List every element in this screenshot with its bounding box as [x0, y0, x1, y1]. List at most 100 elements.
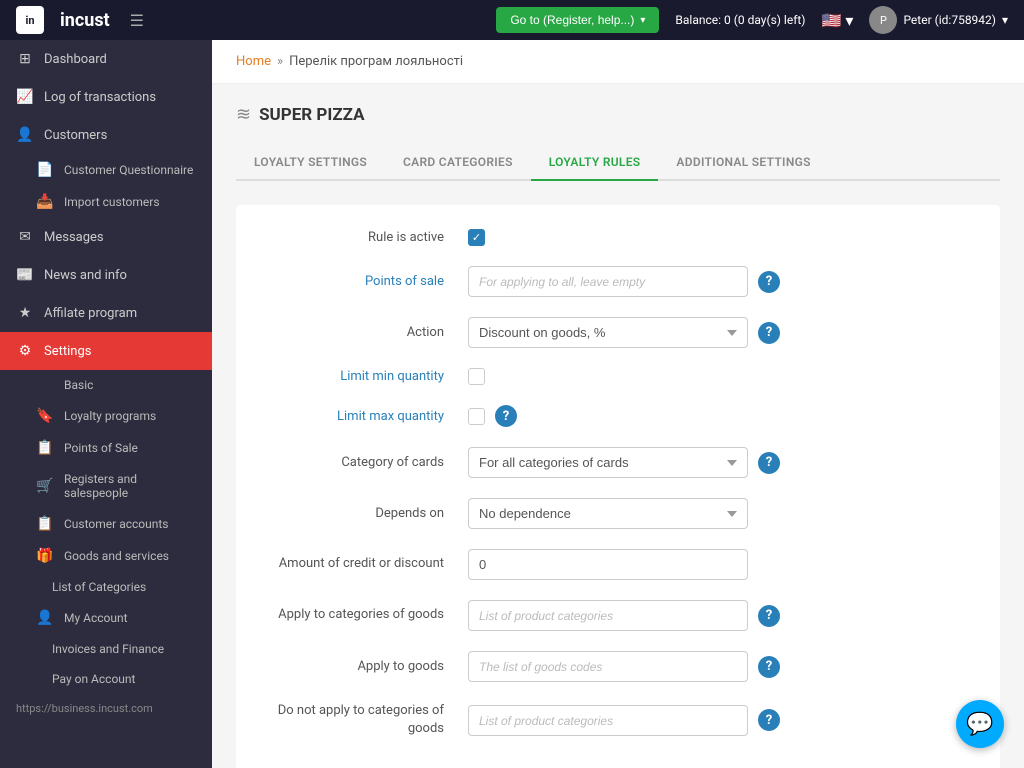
chat-button[interactable]: 💬 [956, 700, 1004, 748]
hamburger-icon[interactable]: ☰ [130, 11, 144, 30]
company-icon: ≋ [236, 104, 251, 125]
questionnaire-icon: 📄 [36, 162, 54, 178]
language-selector[interactable]: 🇺🇸 ▾ [821, 11, 853, 30]
news-icon: 📰 [16, 267, 34, 283]
form-row-action: Action Discount on goods, % Points accru… [268, 317, 968, 348]
my-account-icon: 👤 [36, 610, 54, 626]
limit-min-control [468, 368, 968, 385]
affiliate-icon: ★ [16, 305, 34, 321]
sidebar-item-goods-services[interactable]: 🎁 Goods and services [0, 540, 212, 572]
do-not-apply-input[interactable] [468, 705, 748, 736]
go-to-button[interactable]: Go to (Register, help...) ▾ [496, 7, 659, 33]
dropdown-arrow-icon: ▾ [640, 15, 645, 26]
sidebar-item-customer-questionnaire[interactable]: 📄 Customer Questionnaire [0, 154, 212, 186]
sidebar-item-customer-accounts[interactable]: 📋 Customer accounts [0, 508, 212, 540]
category-cards-select[interactable]: For all categories of cards Selected cat… [468, 447, 748, 478]
limit-max-help-icon[interactable]: ? [495, 405, 517, 427]
sidebar-item-registers[interactable]: 🛒 Registers and salespeople [0, 464, 212, 508]
limit-max-label: Limit max quantity [268, 409, 468, 424]
settings-submenu: Basic 🔖 Loyalty programs 📋 Points of Sal… [0, 370, 212, 694]
apply-goods-label: Apply to goods [268, 659, 468, 674]
apply-categories-input[interactable] [468, 600, 748, 631]
company-header: ≋ SUPER PIZZA [236, 104, 1000, 125]
form-row-apply-goods: Apply to goods ? [268, 651, 968, 682]
depends-on-select[interactable]: No dependence Sum of check Number of vis… [468, 498, 748, 529]
apply-categories-label: Apply to categories of goods [268, 606, 468, 624]
amount-input[interactable] [468, 549, 748, 580]
import-icon: 📥 [36, 194, 54, 210]
action-label: Action [268, 325, 468, 340]
avatar: P [869, 6, 897, 34]
breadcrumb-current: Перелік програм лояльності [289, 54, 463, 69]
company-name: SUPER PIZZA [259, 105, 364, 125]
sidebar-item-dashboard[interactable]: ⊞ Dashboard [0, 40, 212, 78]
sidebar-item-customers[interactable]: 👤 Customers [0, 116, 212, 154]
form-body: Rule is active ✓ Points of sale ? Action [236, 205, 1000, 768]
logo: incust [60, 10, 110, 31]
sidebar-item-pay-on-account[interactable]: Pay on Account [0, 664, 212, 694]
action-help-icon[interactable]: ? [758, 322, 780, 344]
rule-active-checkbox[interactable]: ✓ [468, 229, 485, 246]
points-of-sale-label: Points of sale [268, 274, 468, 289]
limit-max-control: ? [468, 405, 968, 427]
sidebar-item-settings[interactable]: ⚙ Settings [0, 332, 212, 370]
sidebar: ⊞ Dashboard 📈 Log of transactions 👤 Cust… [0, 40, 212, 768]
limit-max-checkbox[interactable] [468, 408, 485, 425]
layout: ⊞ Dashboard 📈 Log of transactions 👤 Cust… [0, 40, 1024, 768]
limit-min-checkbox[interactable] [468, 368, 485, 385]
points-of-sale-input[interactable] [468, 266, 748, 297]
sidebar-item-affiliate[interactable]: ★ Affilate program [0, 294, 212, 332]
sidebar-item-import-customers[interactable]: 📥 Import customers [0, 186, 212, 218]
sidebar-item-news-info[interactable]: 📰 News and info [0, 256, 212, 294]
content-area: ≋ SUPER PIZZA LOYALTY SETTINGS CARD CATE… [212, 84, 1024, 768]
depends-on-label: Depends on [268, 506, 468, 521]
logo-icon: in [16, 6, 44, 34]
accounts-icon: 📋 [36, 516, 54, 532]
breadcrumb-separator: » [277, 54, 283, 69]
sidebar-item-my-account[interactable]: 👤 My Account [0, 602, 212, 634]
action-control: Discount on goods, % Points accrual Fixe… [468, 317, 968, 348]
apply-categories-control: ? [468, 600, 968, 631]
sidebar-item-loyalty-programs[interactable]: 🔖 Loyalty programs [0, 400, 212, 432]
tab-card-categories[interactable]: CARD CATEGORIES [385, 145, 531, 181]
form-row-rule-active: Rule is active ✓ [268, 229, 968, 246]
user-dropdown-icon: ▾ [1002, 13, 1008, 27]
customers-submenu: 📄 Customer Questionnaire 📥 Import custom… [0, 154, 212, 218]
sidebar-item-invoices[interactable]: Invoices and Finance [0, 634, 212, 664]
apply-categories-help-icon[interactable]: ? [758, 605, 780, 627]
do-not-apply-control: ? [468, 705, 968, 736]
apply-goods-help-icon[interactable]: ? [758, 656, 780, 678]
user-menu[interactable]: P Peter (id:758942) ▾ [869, 6, 1008, 34]
sidebar-item-basic[interactable]: Basic [0, 370, 212, 400]
do-not-apply-label: Do not apply to categories of goods [268, 702, 468, 738]
category-cards-control: For all categories of cards Selected cat… [468, 447, 968, 478]
sidebar-item-messages[interactable]: ✉ Messages [0, 218, 212, 256]
sidebar-item-points-of-sale[interactable]: 📋 Points of Sale [0, 432, 212, 464]
breadcrumb-home[interactable]: Home [236, 54, 271, 69]
sidebar-item-log-transactions[interactable]: 📈 Log of transactions [0, 78, 212, 116]
apply-goods-input[interactable] [468, 651, 748, 682]
amount-control [468, 549, 968, 580]
pos-icon: 📋 [36, 440, 54, 456]
category-cards-help-icon[interactable]: ? [758, 452, 780, 474]
rule-active-label: Rule is active [268, 230, 468, 245]
form-row-limit-min: Limit min quantity [268, 368, 968, 385]
tab-additional-settings[interactable]: ADDITIONAL SETTINGS [658, 145, 828, 181]
tab-loyalty-settings[interactable]: LOYALTY SETTINGS [236, 145, 385, 181]
points-of-sale-help-icon[interactable]: ? [758, 271, 780, 293]
points-of-sale-control: ? [468, 266, 968, 297]
sidebar-url: https://business.incust.com [0, 694, 212, 723]
loyalty-icon: 🔖 [36, 408, 54, 424]
action-select[interactable]: Discount on goods, % Points accrual Fixe… [468, 317, 748, 348]
tab-loyalty-rules[interactable]: LOYALTY RULES [531, 145, 659, 181]
breadcrumb: Home » Перелік програм лояльності [212, 40, 1024, 84]
category-cards-label: Category of cards [268, 455, 468, 470]
flag-dropdown-icon: ▾ [845, 11, 853, 30]
sidebar-item-list-categories[interactable]: List of Categories [0, 572, 212, 602]
messages-icon: ✉ [16, 229, 34, 245]
rule-active-control: ✓ [468, 229, 968, 246]
main-content: Home » Перелік програм лояльності ≋ SUPE… [212, 40, 1024, 768]
depends-on-control: No dependence Sum of check Number of vis… [468, 498, 968, 529]
do-not-apply-help-icon[interactable]: ? [758, 709, 780, 731]
form-row-amount: Amount of credit or discount [268, 549, 968, 580]
